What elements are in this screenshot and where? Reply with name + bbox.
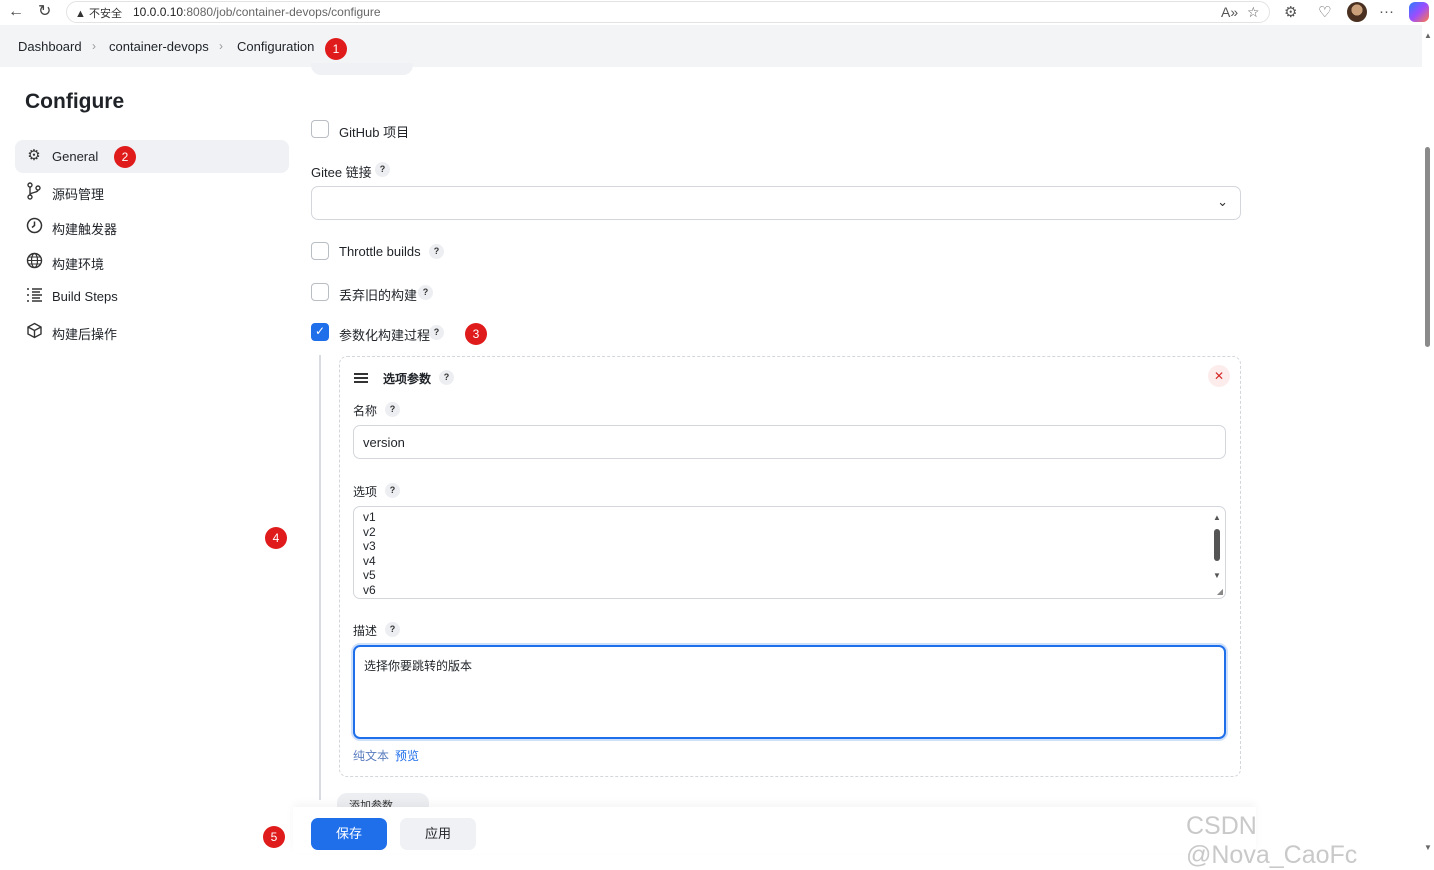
sidebar-item-build-triggers[interactable]: 构建触发器 <box>15 210 289 243</box>
breadcrumb: Dashboard › container-devops › Configura… <box>0 25 1422 67</box>
gitee-link-select[interactable]: ⌄ <box>311 186 1241 220</box>
profile-avatar[interactable] <box>1347 2 1367 22</box>
scroll-up-icon[interactable]: ▲ <box>1424 31 1432 40</box>
choice-line: v3 <box>363 539 376 553</box>
sidebar-item-label: Build Steps <box>52 289 118 304</box>
scroll-down-icon[interactable]: ▼ <box>1213 571 1221 580</box>
description-textarea[interactable]: 选择你要跳转的版本 <box>353 645 1226 739</box>
help-icon[interactable]: ? <box>429 244 444 259</box>
help-icon[interactable]: ? <box>375 162 390 177</box>
sidebar-item-post-build[interactable]: 构建后操作 <box>15 315 289 348</box>
url-text: 10.0.0.10:8080/job/container-devops/conf… <box>133 5 381 19</box>
discard-old-builds-label: 丢弃旧的构建 <box>339 288 418 303</box>
scrollbar-thumb[interactable] <box>1425 147 1430 347</box>
globe-icon <box>25 252 43 270</box>
chevron-right-icon: › <box>92 39 96 53</box>
parameterized-build-label: 参数化构建过程 <box>339 328 431 343</box>
choices-textarea[interactable]: v1 v2 v3 v4 v5 v6 ▲ ▼ ◢ <box>353 506 1226 599</box>
sidebar-item-source-code[interactable]: 源码管理 <box>15 175 289 208</box>
help-icon[interactable]: ? <box>385 402 400 417</box>
help-icon[interactable]: ? <box>385 483 400 498</box>
help-icon[interactable]: ? <box>439 370 454 385</box>
throttle-builds-checkbox[interactable] <box>311 242 329 260</box>
github-project-checkbox[interactable] <box>311 120 329 138</box>
browser-toolbar: ← ↻ ▲ 不安全 10.0.0.10:8080/job/container-d… <box>0 0 1434 25</box>
choice-line: v1 <box>363 510 376 524</box>
previous-section-tab <box>311 63 413 75</box>
scroll-up-icon[interactable]: ▲ <box>1213 513 1221 522</box>
section-indent-line <box>319 355 321 800</box>
box-icon <box>25 322 43 340</box>
close-icon[interactable]: ✕ <box>1208 365 1230 387</box>
description-label: 描述 <box>353 624 378 638</box>
back-icon[interactable]: ← <box>8 3 24 21</box>
breadcrumb-job[interactable]: container-devops <box>109 39 209 54</box>
branch-icon <box>25 182 43 200</box>
discard-old-builds-checkbox[interactable] <box>311 283 329 301</box>
reload-icon[interactable]: ↻ <box>38 3 51 21</box>
choices-label: 选项 <box>353 485 378 499</box>
drag-handle-icon[interactable] <box>354 373 368 383</box>
sidebar-item-general[interactable]: ⚙ General <box>15 140 289 173</box>
gear-icon: ⚙ <box>27 147 41 164</box>
sidebar-item-label: 源码管理 <box>52 187 105 202</box>
choice-parameter-title: 选项参数 <box>383 372 432 386</box>
browser-essentials-icon[interactable]: ♡ <box>1318 3 1331 21</box>
github-project-label: GitHub 项目 <box>339 125 410 140</box>
parameterized-build-checkbox[interactable]: ✓ <box>311 323 329 341</box>
gitee-link-label: Gitee 链接 <box>311 165 372 180</box>
choice-line: v6 <box>363 583 376 597</box>
throttle-builds-label: Throttle builds <box>339 244 421 259</box>
page-title: Configure <box>25 90 125 113</box>
name-label: 名称 <box>353 404 378 418</box>
help-icon[interactable]: ? <box>429 325 444 340</box>
breadcrumb-dashboard[interactable]: Dashboard <box>18 39 82 54</box>
favorite-star-icon[interactable]: ☆ <box>1247 4 1260 21</box>
sidebar-item-label: General <box>52 149 99 164</box>
address-bar[interactable]: ▲ 不安全 10.0.0.10:8080/job/container-devop… <box>66 1 1270 23</box>
page-scrollbar[interactable]: ▲ ▼ <box>1422 25 1434 853</box>
sidebar-item-build-steps[interactable]: Build Steps <box>15 280 289 313</box>
annotation-badge-4: 4 <box>265 527 287 549</box>
parameter-name-input[interactable]: version <box>353 425 1226 459</box>
save-button[interactable]: 保存 <box>311 818 387 850</box>
textarea-scrollbar[interactable]: ▲ ▼ <box>1213 513 1221 585</box>
read-aloud-icon[interactable]: A» <box>1221 4 1238 20</box>
copilot-icon[interactable] <box>1409 2 1429 22</box>
sidebar-item-build-environment[interactable]: 构建环境 <box>15 245 289 278</box>
description-value: 选择你要跳转的版本 <box>364 659 473 673</box>
extensions-icon[interactable]: ⚙ <box>1284 3 1297 21</box>
resize-handle-icon[interactable]: ◢ <box>1217 587 1223 596</box>
list-icon <box>25 287 43 305</box>
clock-icon <box>25 217 43 235</box>
sidebar-item-label: 构建触发器 <box>52 222 118 237</box>
more-menu-icon[interactable]: ··· <box>1379 3 1394 20</box>
sidebar-item-label: 构建后操作 <box>52 327 118 342</box>
plain-text-link[interactable]: 纯文本 <box>353 747 389 764</box>
chevron-down-icon: ⌄ <box>1217 194 1228 209</box>
choice-line: v5 <box>363 568 376 582</box>
choice-line: v2 <box>363 525 376 539</box>
help-icon[interactable]: ? <box>418 285 433 300</box>
apply-button[interactable]: 应用 <box>400 818 476 850</box>
annotation-badge-5: 5 <box>263 826 285 848</box>
parameter-name-value: version <box>363 435 405 450</box>
watermark: CSDN @Nova_CaoFc <box>1186 812 1358 869</box>
chevron-right-icon: › <box>219 39 223 53</box>
help-icon[interactable]: ? <box>385 622 400 637</box>
sidebar-item-label: 构建环境 <box>52 257 105 272</box>
annotation-badge-3: 3 <box>465 323 487 345</box>
scrollbar-thumb[interactable] <box>1214 529 1220 561</box>
annotation-badge-2: 2 <box>114 146 136 168</box>
breadcrumb-configuration[interactable]: Configuration <box>237 39 314 54</box>
choice-line: v4 <box>363 554 376 568</box>
add-parameter-button[interactable]: 添加参数 <box>337 793 429 807</box>
security-indicator[interactable]: ▲ 不安全 <box>75 5 122 21</box>
preview-link[interactable]: 预览 <box>395 747 419 764</box>
annotation-badge-1: 1 <box>325 38 347 60</box>
